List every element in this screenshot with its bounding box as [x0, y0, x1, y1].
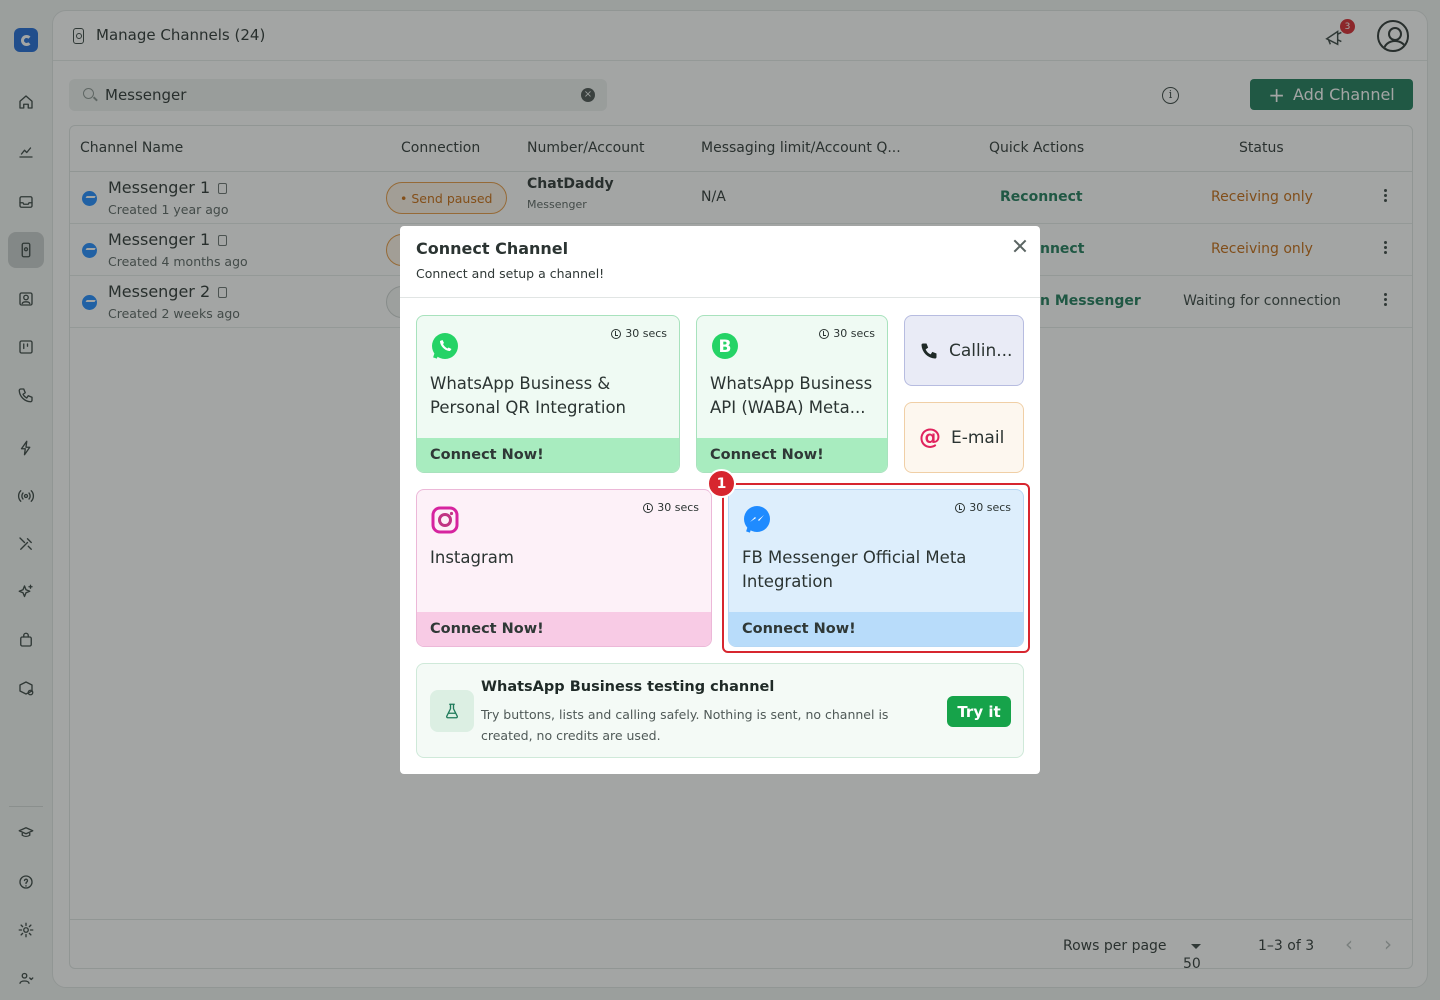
close-icon[interactable]: [1012, 238, 1028, 254]
dialog-subtitle: Connect and setup a channel!: [416, 266, 605, 281]
waba-card[interactable]: 30 secs B WhatsApp Business API (WABA) M…: [696, 315, 888, 473]
flask-icon: [430, 690, 474, 732]
setup-time: 30 secs: [657, 501, 699, 514]
setup-time: 30 secs: [625, 327, 667, 340]
dialog-title: Connect Channel: [416, 239, 569, 258]
connect-now-button[interactable]: Connect Now!: [697, 438, 887, 472]
card-title: Callin...: [949, 340, 1013, 361]
at-sign-icon: @: [919, 425, 941, 450]
instagram-card[interactable]: 30 secs Instagram Connect Now!: [416, 489, 712, 647]
card-title: E-mail: [951, 427, 1005, 448]
try-it-button[interactable]: Try it: [947, 696, 1011, 727]
card-title: WhatsApp Business & Personal QR Integrat…: [430, 374, 627, 417]
setup-time: 30 secs: [833, 327, 875, 340]
card-title: WhatsApp Business API (WABA) Meta...: [710, 374, 873, 417]
connect-channel-dialog: Connect Channel Connect and setup a chan…: [400, 226, 1040, 774]
whatsapp-qr-card[interactable]: 30 secs WhatsApp Business & Personal QR …: [416, 315, 680, 473]
calling-card[interactable]: Callin...: [904, 315, 1024, 386]
testing-title: WhatsApp Business testing channel: [481, 679, 775, 695]
highlight-step-badge: 1: [707, 469, 736, 498]
instagram-icon: [431, 506, 459, 534]
svg-text:B: B: [719, 337, 732, 357]
card-title: Instagram: [430, 548, 514, 567]
whatsapp-business-icon: B: [712, 333, 738, 359]
connect-now-button[interactable]: Connect Now!: [417, 438, 679, 472]
email-card[interactable]: @ E-mail: [904, 402, 1024, 473]
connect-now-button[interactable]: Connect Now!: [417, 612, 711, 646]
whatsapp-icon: [432, 333, 458, 359]
phone-icon: [921, 343, 937, 358]
testing-channel-banner: WhatsApp Business testing channel Try bu…: [416, 663, 1024, 758]
testing-description: Try buttons, lists and calling safely. N…: [481, 707, 889, 743]
highlight-box: [722, 483, 1030, 653]
clock-icon: [819, 328, 830, 339]
clock-icon: [611, 328, 622, 339]
clock-icon: [643, 502, 654, 513]
